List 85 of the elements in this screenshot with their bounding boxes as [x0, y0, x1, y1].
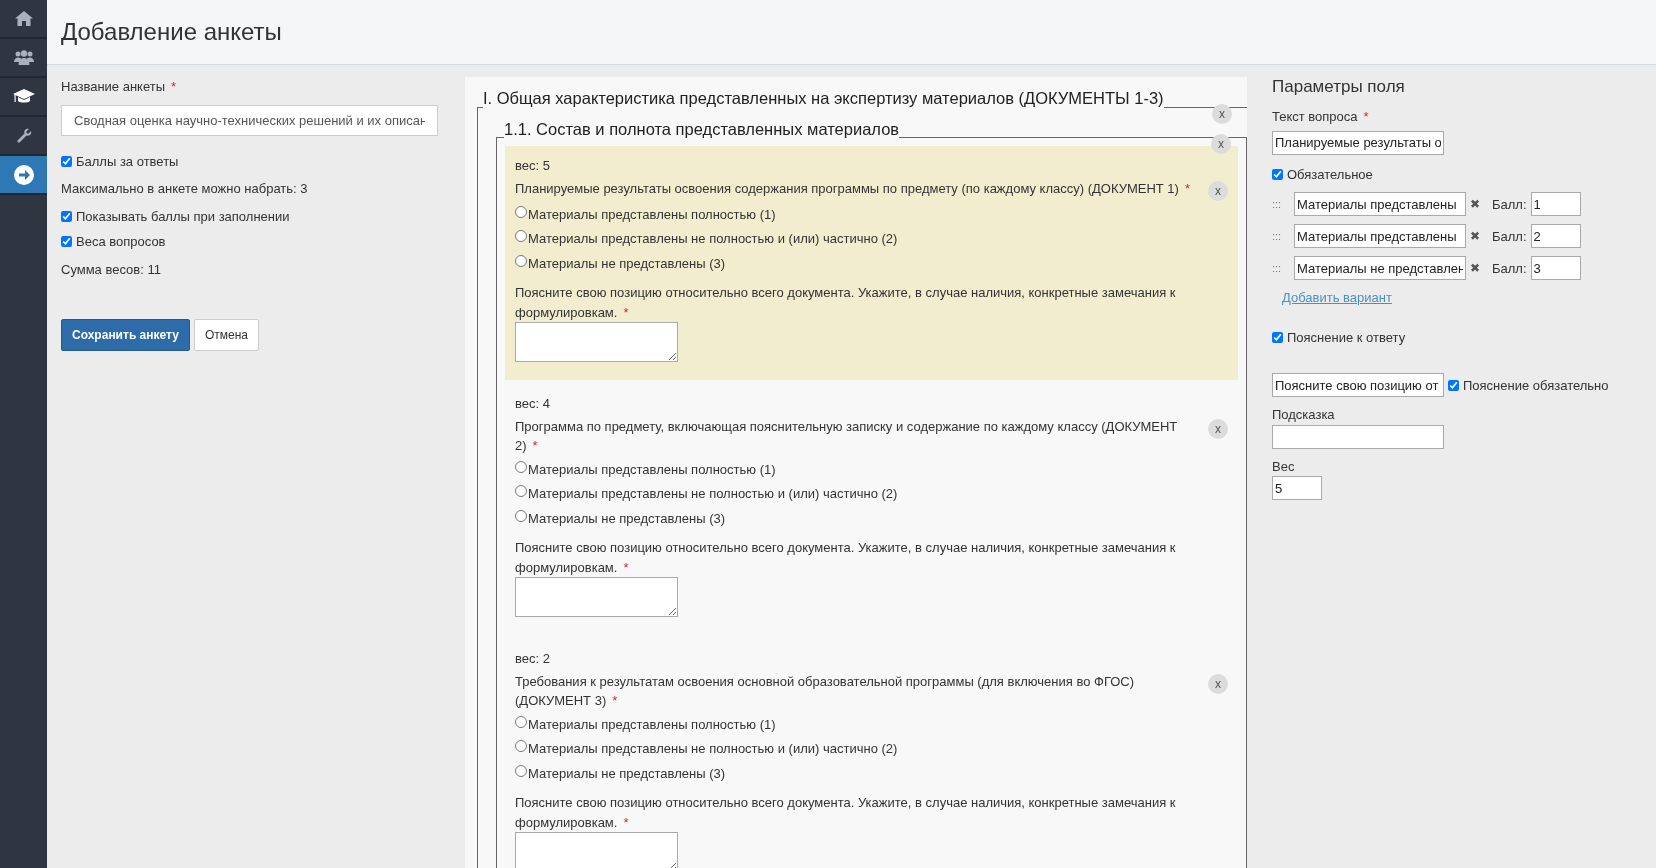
wrench-icon: [15, 127, 32, 144]
remove-button[interactable]: ✖: [1470, 195, 1480, 214]
radio-button[interactable]: [515, 460, 527, 473]
checkbox-label: Пояснение к ответу: [1287, 328, 1406, 347]
option-label: Материалы не представлены (3): [528, 254, 726, 273]
comment-label: Поясните свою позицию относительно всего документа. Укажите, в случае наличия, конкретные замечания к формулировкам. *: [515, 284, 1177, 322]
option-label: Материалы представлены не полностью и (или) частично (2): [528, 740, 898, 758]
close-button[interactable]: x: [1211, 134, 1231, 154]
comment-label: Поясните свою позицию относительно всего документа. Укажите, в случае наличия, конкретные замечания к формулировкам. *: [515, 794, 1177, 832]
question-text: Планируемые результаты освоения содержания программы по предмету (по каждому классу) (ДОКУМЕНТ 1) *: [515, 179, 1191, 198]
page-title: Добавление анкеты: [61, 17, 282, 47]
weight-field[interactable]: 5: [1272, 476, 1322, 501]
hint-field[interactable]: [1272, 424, 1444, 449]
checkbox[interactable]: [1448, 379, 1459, 391]
save-button[interactable]: Сохранить анкету: [61, 319, 190, 351]
close-button[interactable]: x: [1208, 673, 1228, 694]
score-field[interactable]: 1: [1530, 192, 1581, 217]
radio-button[interactable]: [515, 205, 527, 218]
info-text: Максимально в анкете можно набрать: 3: [61, 180, 309, 198]
radio-button[interactable]: [515, 509, 527, 522]
comment-field[interactable]: [515, 577, 678, 617]
checkbox[interactable]: [1272, 169, 1283, 181]
close-button[interactable]: x: [1212, 103, 1232, 124]
option-label: Материалы представлены полностью (1): [528, 460, 776, 479]
question-text-field[interactable]: Планируемые результаты о: [1272, 130, 1444, 155]
checkbox-label: Баллы за ответы: [76, 152, 179, 171]
required-mark: *: [171, 79, 177, 94]
section-title: I. Общая характеристика представленных на экспертизу материалов (ДОКУМЕНТЫ 1-3): [483, 90, 1164, 107]
field-label: Подсказка: [1272, 406, 1336, 425]
sidebar-item[interactable]: [0, 156, 47, 195]
info-text: Сумма весов: 11: [61, 260, 162, 279]
panel-title: Параметры поля: [1272, 77, 1406, 98]
arrow-right-icon: [13, 164, 34, 185]
checkbox[interactable]: [61, 155, 72, 167]
graduation-cap-icon: [12, 89, 35, 104]
option-label: Материалы представлены не полностью и (или) частично (2): [528, 230, 898, 248]
weight-label: вес: 2: [515, 650, 551, 668]
field-label: Вес: [1272, 457, 1296, 476]
radio-button[interactable]: [515, 254, 527, 267]
close-button[interactable]: x: [1208, 418, 1228, 439]
cancel-button[interactable]: Отмена: [193, 319, 259, 351]
question-text: Требования к результатам освоения основной образовательной программы (для включения во ФГОС) (ДОКУМЕНТ 3) *: [515, 672, 1136, 710]
remove-button[interactable]: ✖: [1470, 227, 1480, 246]
checkbox-label: Показывать баллы при заполнении: [76, 207, 290, 226]
subsection-title: 1.1. Состав и полнота представленных материалов: [504, 120, 900, 137]
radio-button[interactable]: [515, 485, 527, 497]
option-label: Материалы представлены не полностью и (или) частично (2): [528, 485, 898, 503]
checkbox-label: Обязательное: [1287, 165, 1373, 184]
radio-button[interactable]: [515, 764, 527, 777]
score-field[interactable]: 3: [1530, 256, 1581, 281]
drag-handle[interactable]: :::: [1272, 228, 1290, 245]
checkbox[interactable]: [61, 236, 72, 248]
radio-button[interactable]: [515, 740, 527, 752]
checkbox[interactable]: [61, 210, 72, 222]
weight-label: вес: 5: [515, 157, 551, 175]
option-label: Материалы представлены полностью (1): [528, 715, 776, 734]
score-label: Балл:: [1492, 195, 1527, 214]
field-label: Название анкеты: [61, 79, 166, 94]
comment-field[interactable]: [515, 832, 678, 868]
remove-button[interactable]: ✖: [1470, 259, 1480, 278]
comment-text-field[interactable]: Поясните свою позицию от: [1272, 373, 1444, 398]
field-label: Текст вопроса: [1272, 109, 1358, 125]
required-mark: *: [1363, 108, 1369, 127]
score-label: Балл:: [1492, 259, 1527, 278]
score-field[interactable]: 2: [1530, 224, 1581, 249]
drag-handle[interactable]: :::: [1272, 260, 1290, 277]
weight-label: вес: 4: [515, 395, 551, 413]
drag-handle[interactable]: :::: [1272, 196, 1290, 213]
radio-button[interactable]: [515, 715, 527, 728]
option-label: Материалы не представлены (3): [528, 764, 726, 783]
question-text: Программа по предмету, включающая пояснительную записку и содержание по каждому классу (ДОКУМЕНТ 2) *: [515, 417, 1179, 455]
home-icon: [14, 11, 33, 26]
checkbox[interactable]: [1272, 332, 1283, 344]
comment-field[interactable]: [515, 322, 678, 362]
radio-button[interactable]: [515, 230, 527, 242]
score-label: Балл:: [1492, 227, 1527, 246]
checkbox-label: Веса вопросов: [76, 233, 166, 251]
comment-label: Поясните свою позицию относительно всего документа. Укажите, в случае наличия, конкретные замечания к формулировкам. *: [515, 539, 1177, 577]
variant-field[interactable]: Материалы представлены: [1294, 224, 1466, 249]
selection-highlight[interactable]: [505, 146, 1238, 380]
checkbox-label: Пояснение обязательно: [1463, 376, 1609, 395]
option-label: Материалы не представлены (3): [528, 509, 726, 528]
option-label: Материалы представлены полностью (1): [528, 205, 776, 224]
variant-field[interactable]: Материалы представлены: [1294, 192, 1466, 217]
users-icon: [13, 50, 34, 65]
